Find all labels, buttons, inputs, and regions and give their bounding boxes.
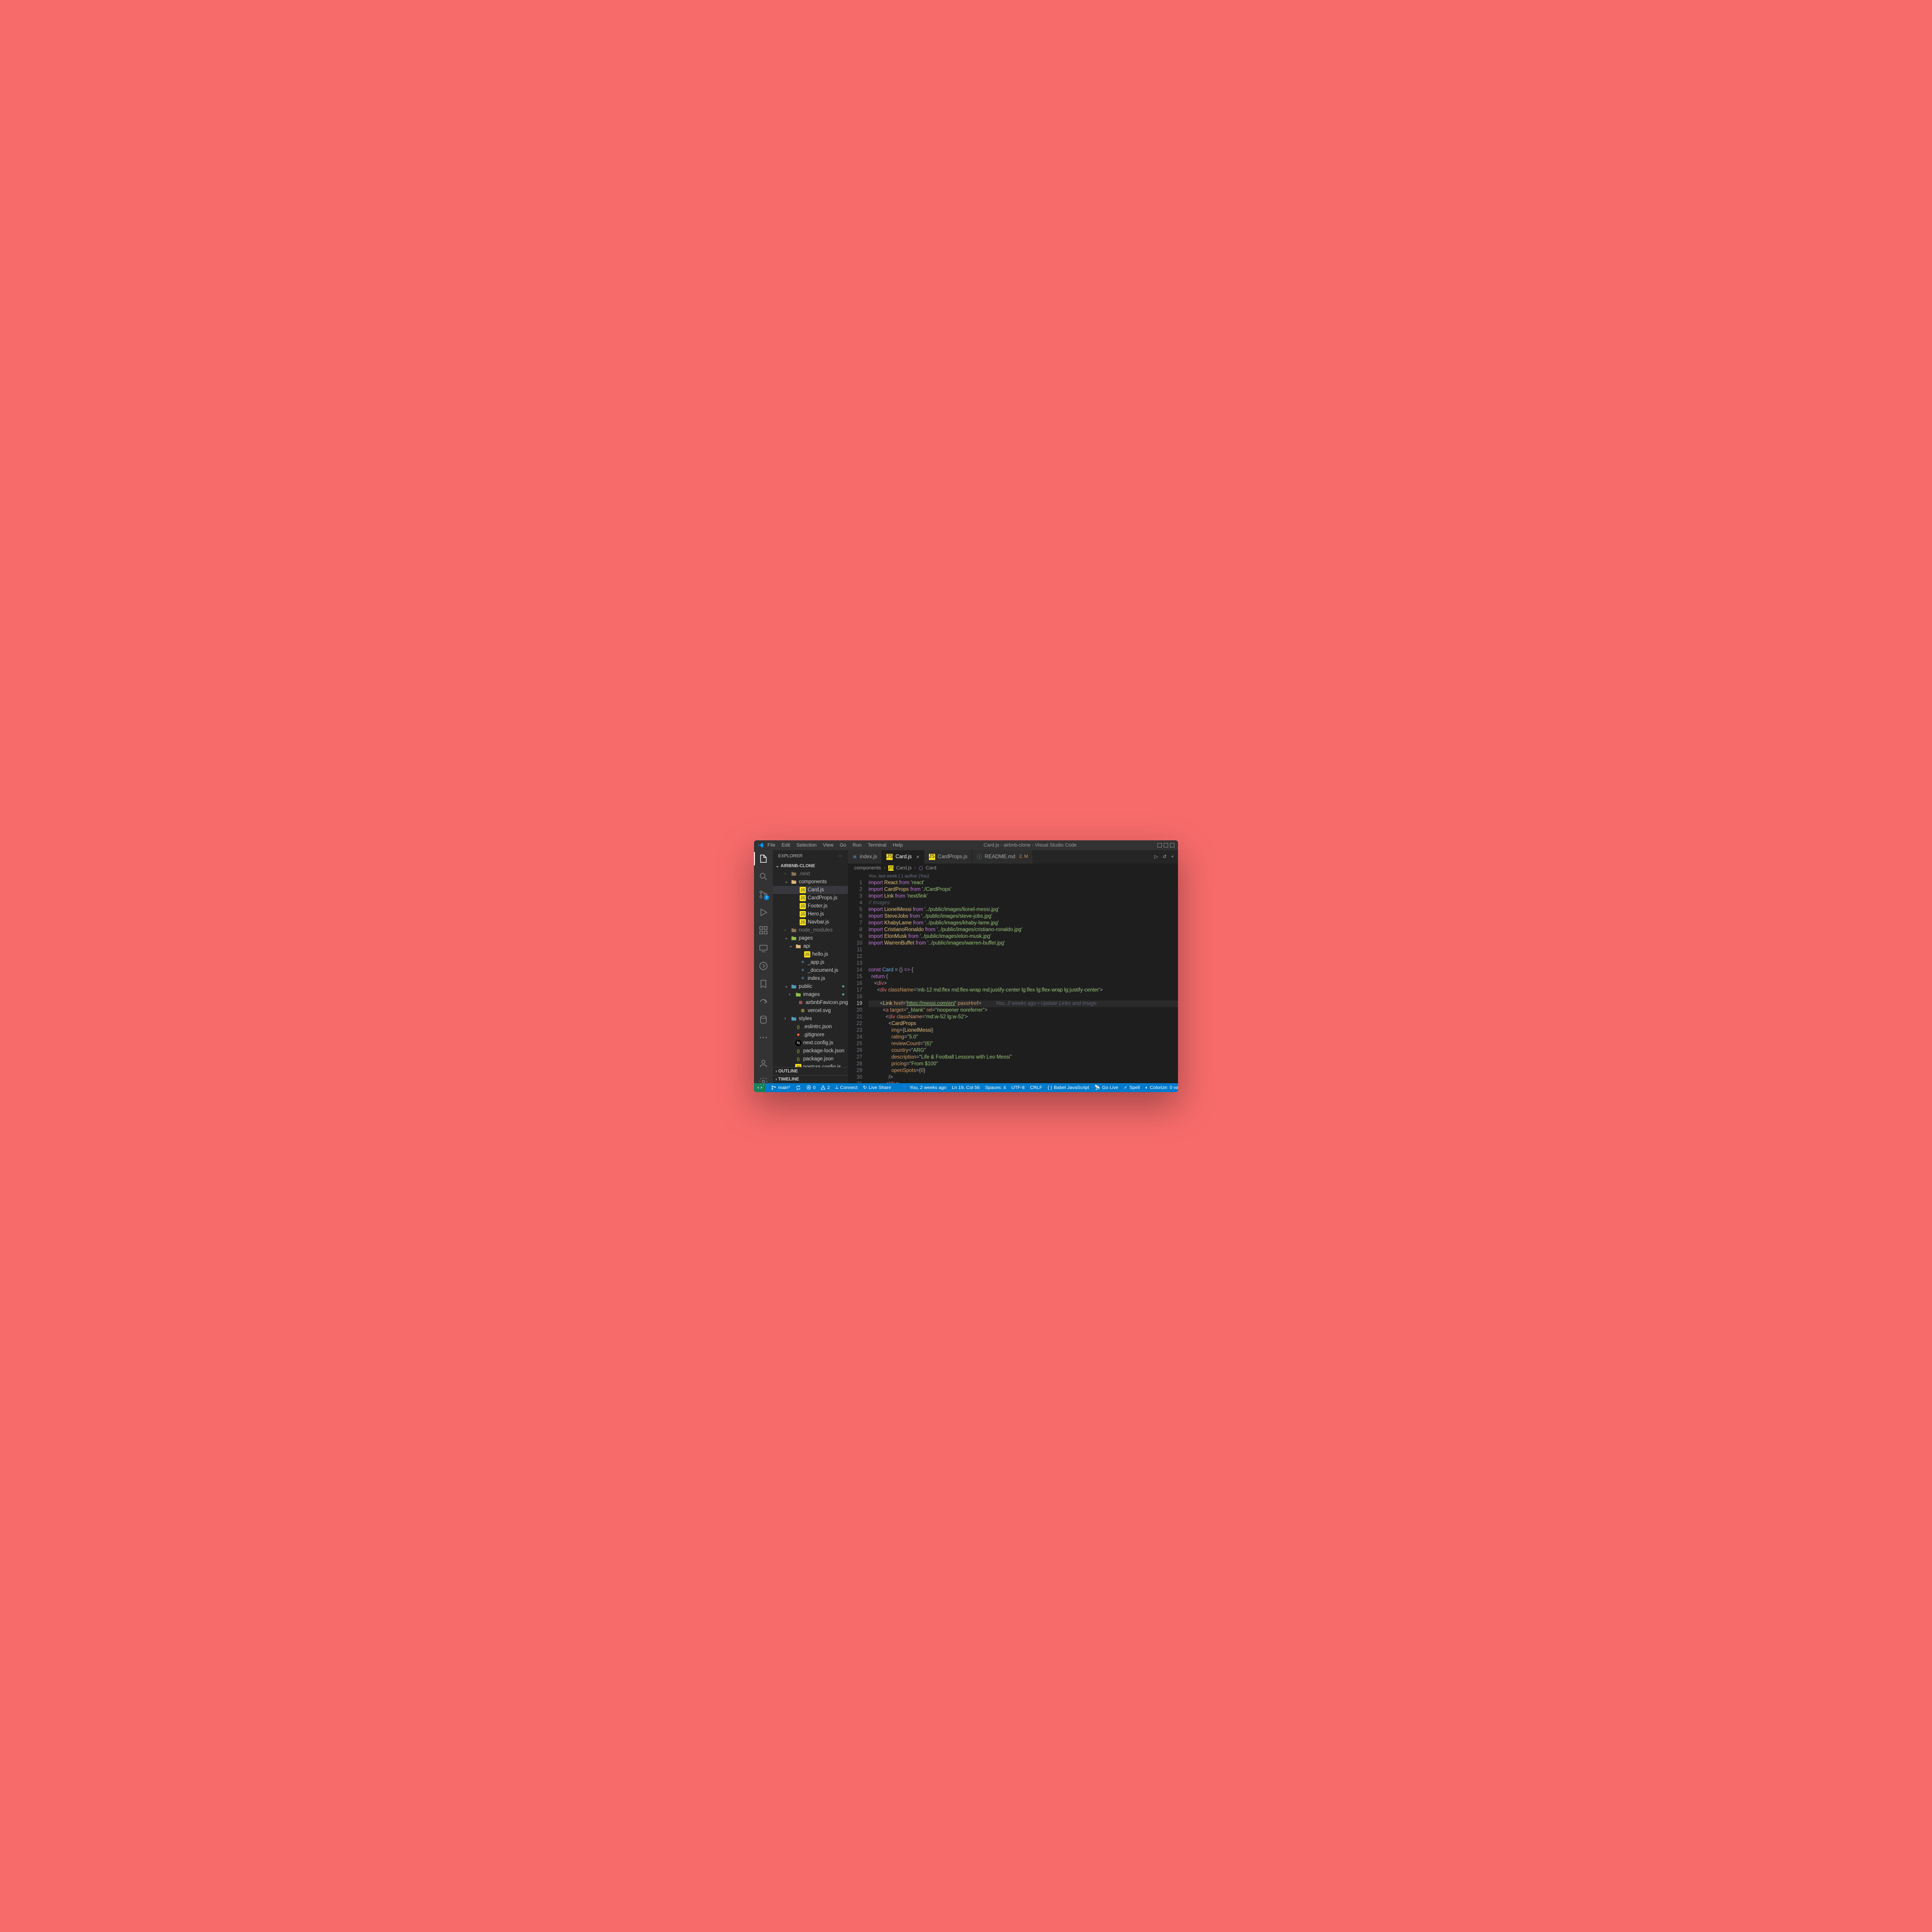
menu-terminal[interactable]: Terminal bbox=[868, 843, 887, 848]
timeline-section[interactable]: › TIMELINE bbox=[773, 1075, 848, 1083]
line-gutter: 1234567891011121314151617181920212223242… bbox=[848, 873, 869, 1083]
menu-help[interactable]: Help bbox=[893, 843, 903, 848]
title-bar: File Edit Selection View Go Run Terminal Help C… bbox=[754, 840, 1178, 850]
tree-item-next-config-js[interactable]: Nnext.config.js bbox=[773, 1039, 848, 1047]
tree-item-api[interactable]: ⌄api bbox=[773, 942, 848, 950]
tree-item-styles[interactable]: ›styles bbox=[773, 1015, 848, 1023]
share-icon[interactable] bbox=[758, 997, 768, 1007]
indentation[interactable]: Spaces: 4 bbox=[985, 1085, 1006, 1090]
menu-view[interactable]: View bbox=[823, 843, 834, 848]
connect[interactable]: ⟂ Connect bbox=[835, 1085, 857, 1090]
menu-edit[interactable]: Edit bbox=[782, 843, 790, 848]
search-icon[interactable] bbox=[758, 872, 768, 881]
tree-item-vercel-svg[interactable]: ▦vercel.svg bbox=[773, 1007, 848, 1015]
tree-item-pages[interactable]: ⌄pages bbox=[773, 934, 848, 942]
language-mode[interactable]: { } Babel JavaScript bbox=[1048, 1085, 1089, 1090]
debug-icon[interactable] bbox=[758, 907, 768, 917]
tab-readme-md[interactable]: ⓘREADME.md2, M bbox=[972, 850, 1033, 864]
close-icon[interactable]: × bbox=[916, 854, 919, 860]
sidebar-header: EXPLORER ⋯ bbox=[773, 850, 848, 862]
tab-index-js[interactable]: ⚛index.js bbox=[848, 850, 882, 864]
tree-item-package-lock-json[interactable]: {}package-lock.json bbox=[773, 1047, 848, 1055]
editor-area: ⚛index.jsJSCard.js×JSCardProps.jsⓘREADME… bbox=[848, 850, 1178, 1083]
sync-icon[interactable] bbox=[796, 1085, 801, 1090]
tree-item-card-js[interactable]: JSCard.js bbox=[773, 886, 848, 894]
breadcrumb[interactable]: components› JSCard.js› ⬡Card bbox=[848, 864, 1178, 873]
tree-item-images[interactable]: ›images bbox=[773, 991, 848, 999]
activity-bar: 3 bbox=[754, 850, 773, 1083]
history-icon[interactable]: ↺ bbox=[1162, 854, 1166, 860]
go-live[interactable]: 📡 Go Live bbox=[1094, 1085, 1118, 1090]
problems[interactable]: 0 2 bbox=[806, 1085, 830, 1090]
sidebar-title: EXPLORER bbox=[778, 854, 802, 859]
tree-item--eslintrc-json[interactable]: {}.eslintrc.json bbox=[773, 1023, 848, 1031]
code-lens[interactable]: You, last week | 1 author (You) bbox=[869, 873, 1178, 880]
project-header[interactable]: ⌄AIRBNB-CLONE bbox=[773, 862, 848, 870]
sidebar: EXPLORER ⋯ ⌄AIRBNB-CLONE ›.next⌄componen… bbox=[773, 850, 848, 1083]
window-controls[interactable] bbox=[1157, 843, 1174, 847]
code-content[interactable]: You, last week | 1 author (You)import Re… bbox=[869, 873, 1178, 1083]
tree-item-footer-js[interactable]: JSFooter.js bbox=[773, 902, 848, 910]
tree-item-postcss-config-js[interactable]: JSpostcss.config.js bbox=[773, 1063, 848, 1067]
liveshare-icon[interactable] bbox=[758, 961, 768, 971]
sidebar-more-icon[interactable]: ⋯ bbox=[838, 854, 843, 859]
tree-item--next[interactable]: ›.next bbox=[773, 870, 848, 878]
tree-item-components[interactable]: ⌄components bbox=[773, 878, 848, 886]
scm-badge: 3 bbox=[764, 895, 769, 900]
tree-item-node_modules[interactable]: ›node_modules bbox=[773, 926, 848, 934]
vscode-logo-icon bbox=[758, 842, 764, 848]
run-icon[interactable]: ▷ bbox=[1154, 854, 1158, 860]
bookmark-icon[interactable] bbox=[758, 979, 768, 989]
vscode-window: File Edit Selection View Go Run Terminal Help C… bbox=[754, 840, 1178, 1092]
tree-item-hello-js[interactable]: JShello.js bbox=[773, 950, 848, 958]
tree-item-airbnbfavicon-png[interactable]: ▦airbnbFavicon.png bbox=[773, 999, 848, 1007]
colorize[interactable]: ◐ Colorize: 0 variables bbox=[1145, 1085, 1178, 1090]
database-icon[interactable] bbox=[758, 1015, 768, 1025]
menu-selection[interactable]: Selection bbox=[797, 843, 817, 848]
remote-icon[interactable] bbox=[758, 943, 768, 953]
encoding[interactable]: UTF-8 bbox=[1011, 1085, 1025, 1090]
settings-gear-icon[interactable] bbox=[758, 1076, 768, 1086]
tree-item-public[interactable]: ⌄public bbox=[773, 983, 848, 991]
menu-go[interactable]: Go bbox=[840, 843, 847, 848]
split-icon[interactable]: ⫞ bbox=[1171, 854, 1174, 860]
tab-cardprops-js[interactable]: JSCardProps.js bbox=[924, 850, 972, 864]
code-editor[interactable]: 1234567891011121314151617181920212223242… bbox=[848, 873, 1178, 1083]
menu-run[interactable]: Run bbox=[852, 843, 861, 848]
tree-item-package-json[interactable]: {}package.json bbox=[773, 1055, 848, 1063]
spell[interactable]: ✓ Spell bbox=[1124, 1085, 1140, 1090]
tree-item-index-js[interactable]: ⚛index.js bbox=[773, 974, 848, 983]
explorer-icon[interactable] bbox=[758, 854, 768, 864]
menu-file[interactable]: File bbox=[767, 843, 775, 848]
account-icon[interactable] bbox=[758, 1059, 768, 1068]
menu-bar: File Edit Selection View Go Run Terminal Help bbox=[767, 843, 903, 848]
eol[interactable]: CRLF bbox=[1030, 1085, 1042, 1090]
tree-item--gitignore[interactable]: ◆.gitignore bbox=[773, 1031, 848, 1039]
window-title: Card.js - airbnb-clone - Visual Studio C… bbox=[903, 843, 1157, 848]
scm-icon[interactable]: 3 bbox=[758, 890, 768, 899]
file-tree: ›.next⌄componentsJSCard.jsJSCardProps.js… bbox=[773, 870, 848, 1067]
git-branch[interactable]: main* bbox=[771, 1085, 790, 1090]
tree-item-navbar-js[interactable]: JSNavbar.js bbox=[773, 918, 848, 926]
extensions-icon[interactable] bbox=[758, 925, 768, 935]
tree-item-hero-js[interactable]: JSHero.js bbox=[773, 910, 848, 918]
cursor-position[interactable]: Ln 19, Col 56 bbox=[952, 1085, 979, 1090]
tree-item-cardprops-js[interactable]: JSCardProps.js bbox=[773, 894, 848, 902]
more-icon[interactable] bbox=[758, 1033, 768, 1042]
status-bar: main* 0 2 ⟂ Connect ↻ Live Share 👤 You, … bbox=[754, 1083, 1178, 1092]
git-blame-status[interactable]: 👤 You, 2 weeks ago bbox=[902, 1085, 947, 1090]
tab-card-js[interactable]: JSCard.js× bbox=[882, 850, 924, 864]
liveshare[interactable]: ↻ Live Share bbox=[863, 1085, 891, 1090]
tree-item-_document-js[interactable]: ⚛_document.js bbox=[773, 966, 848, 974]
editor-tabs: ⚛index.jsJSCard.js×JSCardProps.jsⓘREADME… bbox=[848, 850, 1178, 864]
outline-section[interactable]: › OUTLINE bbox=[773, 1067, 848, 1075]
tree-item-_app-js[interactable]: ⚛_app.js bbox=[773, 958, 848, 966]
